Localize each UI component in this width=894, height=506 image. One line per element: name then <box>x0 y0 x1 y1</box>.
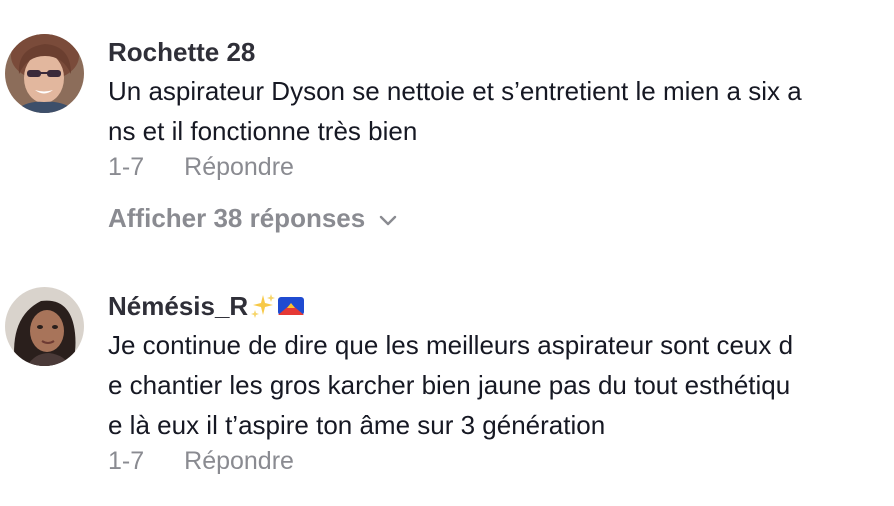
avatar[interactable] <box>5 34 84 113</box>
avatar[interactable] <box>5 287 84 366</box>
comment-text-line: e chantier les gros karcher bien jaune p… <box>108 370 791 400</box>
comment-author[interactable]: Némésis_R <box>108 290 880 322</box>
comment-meta: 1-7 Répondre <box>108 445 880 477</box>
comment-text: Je continue de dire que les meilleurs as… <box>108 325 880 445</box>
comment-text-line: Je continue de dire que les meilleurs as… <box>108 330 794 360</box>
reply-button[interactable]: Répondre <box>184 151 294 183</box>
comment-body: Némésis_R Je continue de dire que les me… <box>108 290 880 477</box>
comment-text-line: e là eux il t’aspire ton âme sur 3 génér… <box>108 410 606 440</box>
comment-date: 1-7 <box>108 153 145 181</box>
sparkles-icon <box>250 293 276 319</box>
view-replies-label: Afficher 38 réponses <box>108 203 366 233</box>
view-replies-button[interactable]: Afficher 38 réponses <box>108 203 880 234</box>
flag-icon <box>278 295 305 317</box>
chevron-down-icon <box>379 215 397 227</box>
author-name[interactable]: Rochette 28 <box>108 36 255 68</box>
comment-text-line: Un aspirateur Dyson se nettoie et s’entr… <box>108 76 802 106</box>
author-name[interactable]: Némésis_R <box>108 290 248 322</box>
comment-body: Rochette 28 Un aspirateur Dyson se netto… <box>108 36 880 234</box>
comment-text-line: ns et il fonctionne très bien <box>108 116 418 146</box>
comment-author[interactable]: Rochette 28 <box>108 36 880 68</box>
comment-meta: 1-7 Répondre <box>108 151 880 183</box>
comment-date: 1-7 <box>108 447 145 475</box>
comment-text: Un aspirateur Dyson se nettoie et s’entr… <box>108 71 880 151</box>
reply-button[interactable]: Répondre <box>184 445 294 477</box>
